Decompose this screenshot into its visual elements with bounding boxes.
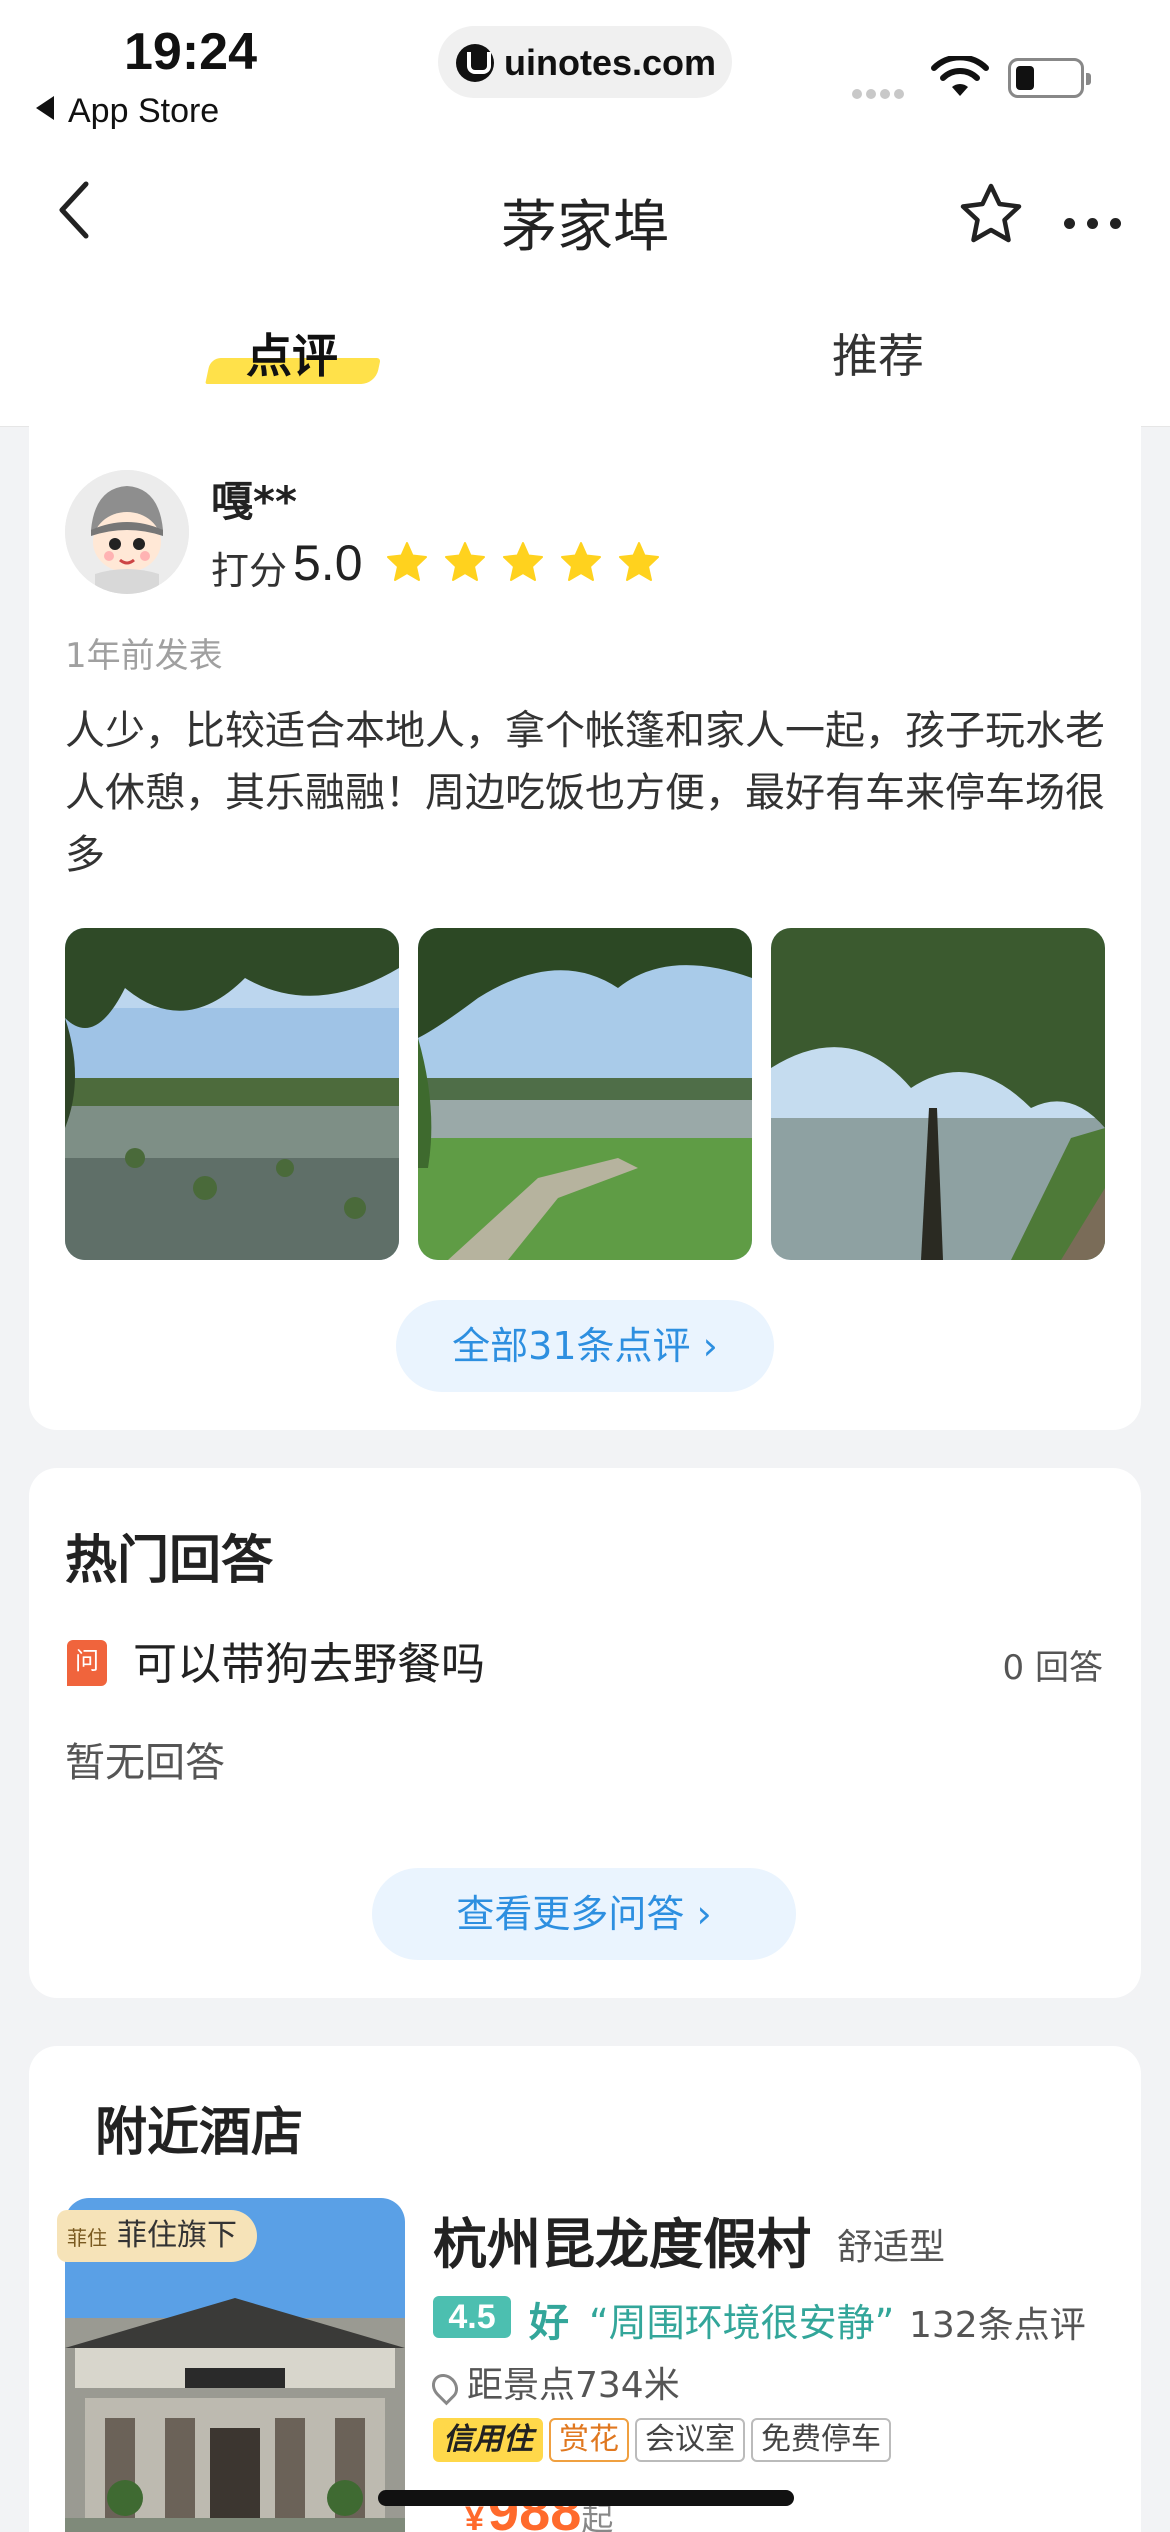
site-logo-icon — [456, 44, 494, 82]
hotel-type: 舒适型 — [837, 2227, 946, 2268]
hotel-review-count: 132条点评 — [909, 2305, 1086, 2346]
badge-label: 菲住旗下 — [117, 2218, 237, 2253]
url-text: uinotes.com — [504, 42, 717, 83]
qa-title: 热门回答 — [65, 1531, 274, 1591]
review-photo[interactable] — [771, 928, 1105, 1260]
post-time: 1年前发表 — [65, 636, 223, 676]
reviewer-name: 嘎** — [211, 477, 297, 526]
status-time: 19:24 — [124, 23, 257, 81]
hotel-tags: 信用住 赏花 会议室 免费停车 — [433, 2418, 897, 2462]
url-pill[interactable]: uinotes.com — [438, 26, 732, 98]
star-filled-icon — [387, 542, 427, 581]
review-photo[interactable] — [65, 928, 399, 1260]
score-value: 5.0 — [293, 535, 363, 591]
star-outline-icon[interactable] — [956, 180, 1026, 250]
qa-question[interactable]: 可以带狗去野餐吗 — [133, 1628, 485, 1692]
location-pin-icon — [426, 2368, 464, 2406]
tag-meeting-room: 会议室 — [635, 2418, 745, 2462]
star-filled-icon — [619, 542, 660, 581]
nearby-hotels-card: 附近酒店 菲住 菲住旗下 杭州昆龙度假村 舒适型 4.5 好 “周围环境很安静” … — [29, 2046, 1141, 2532]
hotel-distance-text: 距景点734米 — [467, 2365, 680, 2406]
badge-small: 菲住 — [67, 2226, 107, 2250]
back-app-label: App Store — [68, 92, 220, 130]
review-text: 人少，比较适合本地人，拿个帐篷和家人一起，孩子玩水老人休憩，其乐融融！周边吃饭也… — [65, 708, 1105, 878]
more-qa-button[interactable]: 查看更多问答 › — [372, 1868, 796, 1960]
hotel-quote: “周围环境很安静” — [589, 2301, 895, 2345]
tab-review[interactable]: 点评 — [246, 320, 338, 386]
tag-credit-stay: 信用住 — [433, 2418, 543, 2462]
all-reviews-button[interactable]: 全部31条点评 › — [396, 1300, 774, 1392]
more-dots-icon[interactable] — [1064, 214, 1133, 233]
hotel-name[interactable]: 杭州昆龙度假村 — [433, 2200, 811, 2279]
star-filled-icon — [561, 542, 602, 581]
battery-icon — [1008, 58, 1091, 98]
back-triangle-icon — [36, 96, 54, 120]
tag-flowers: 赏花 — [549, 2418, 629, 2462]
status-bar: 19:24 App Store uinotes.com — [0, 0, 1170, 150]
star-filled-icon — [445, 542, 486, 581]
qa-no-answer: 暂无回答 — [65, 1740, 225, 1786]
hotel-distance: 距景点734米 — [426, 2356, 680, 2408]
tab-bar: 点评 推荐 — [0, 280, 1170, 427]
hotel-rating-badge: 4.5 — [433, 2296, 511, 2338]
hotels-title: 附近酒店 — [95, 2103, 304, 2163]
score-label: 打分 — [211, 549, 288, 593]
tag-free-parking: 免费停车 — [751, 2418, 891, 2462]
avatar-illustration — [65, 470, 189, 594]
avatar[interactable] — [65, 470, 189, 594]
tab-recommend[interactable]: 推荐 — [832, 320, 924, 386]
question-icon: 问 — [67, 1640, 107, 1686]
qa-card: 热门回答 问 可以带狗去野餐吗 0 回答 暂无回答 查看更多问答 › — [29, 1468, 1141, 1998]
back-to-app-store[interactable]: App Store — [36, 92, 219, 131]
review-card: 嘎** 打分 5.0 1年前发表 人少，比较适合本地人，拿个帐篷和家人一起，孩子… — [29, 410, 1141, 1430]
hotel-brand-badge: 菲住 菲住旗下 — [57, 2210, 257, 2262]
wifi-icon — [931, 56, 989, 96]
star-filled-icon — [503, 542, 544, 581]
home-indicator[interactable] — [378, 2490, 794, 2506]
qa-answer-count: 0 回答 — [1002, 1648, 1103, 1688]
nav-bar: 茅家埠 — [0, 150, 1170, 280]
review-photos — [65, 928, 1105, 1260]
hotel-rating-word: 好 — [529, 2300, 569, 2346]
cellular-signal-icon — [852, 84, 908, 103]
star-rating — [385, 540, 670, 588]
review-photo[interactable] — [418, 928, 752, 1260]
